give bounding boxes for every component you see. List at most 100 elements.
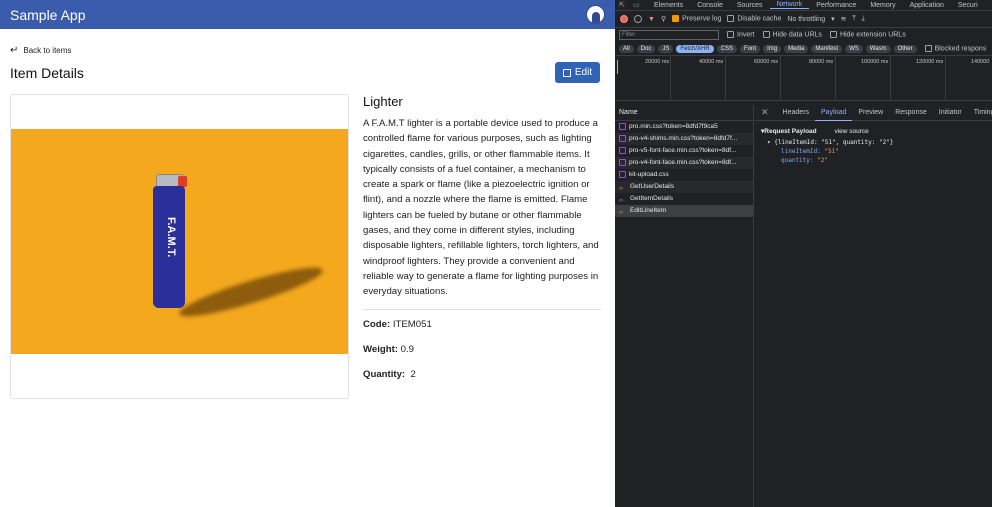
tab-sources[interactable]: Sources <box>730 2 770 9</box>
request-row[interactable]: pro-v4-shims.min.css?token=8dfd7f... <box>615 133 753 145</box>
payload-value: "2" <box>817 157 828 164</box>
filter-row: Filter Invert Hide data URLs Hide extens… <box>615 28 992 42</box>
request-row-selected[interactable]: ‹› EditLineItem <box>615 205 753 217</box>
type-fetch-xhr[interactable]: Fetch/XHR <box>676 44 714 53</box>
app-brand[interactable]: Sample App <box>10 7 86 23</box>
wifi-icon[interactable]: ≋ <box>841 15 847 23</box>
timeline-gridline <box>945 56 946 100</box>
devtools-tabbar: ⇱ ▭ Elements Console Sources Network Per… <box>615 0 992 11</box>
tab-application[interactable]: Application <box>903 2 951 9</box>
tab-headers[interactable]: Headers <box>777 105 815 120</box>
tab-payload[interactable]: Payload <box>815 105 853 121</box>
hide-data-urls-label: Hide data URLs <box>772 31 822 39</box>
hide-data-urls-toggle[interactable]: Hide data URLs <box>762 31 822 39</box>
css-file-icon <box>619 146 626 154</box>
request-row[interactable]: ‹› GetItemDetails <box>615 193 753 205</box>
type-js[interactable]: JS <box>658 44 674 53</box>
hide-data-urls-checkbox[interactable] <box>762 31 770 39</box>
timeline-tick: 80000 ms <box>809 59 834 65</box>
chevron-down-icon[interactable]: ▾ <box>831 15 835 23</box>
preserve-log-label: Preserve log <box>682 15 722 23</box>
user-avatar-icon[interactable] <box>586 5 605 24</box>
request-payload-header[interactable]: ▾Request Payload view source <box>761 127 986 135</box>
request-row[interactable]: pro.min.css?token=8dfd7f9ca5 <box>615 121 753 133</box>
edit-button[interactable]: Edit <box>555 62 600 83</box>
close-icon[interactable]: ✕ <box>761 107 769 118</box>
request-row[interactable]: ‹› GetUserDetails <box>615 181 753 193</box>
invert-checkbox[interactable] <box>727 31 734 39</box>
back-link[interactable]: ↵ Back to items <box>10 45 71 56</box>
type-ws[interactable]: WS <box>845 44 863 53</box>
search-icon[interactable]: ⚲ <box>661 15 666 23</box>
tab-preview[interactable]: Preview <box>852 105 889 120</box>
tab-response[interactable]: Response <box>889 105 933 120</box>
type-manifest[interactable]: Manifest <box>811 44 843 53</box>
timeline-gridline <box>835 56 836 100</box>
preserve-log-checkbox[interactable] <box>672 15 680 23</box>
disable-cache-checkbox[interactable] <box>727 15 735 23</box>
xhr-icon: ‹› <box>619 197 623 204</box>
item-info: Lighter A F.A.M.T lighter is a portable … <box>363 94 601 394</box>
network-timeline[interactable]: 20000 ms 40000 ms 60000 ms 80000 ms 1000… <box>615 56 992 101</box>
xhr-icon: ‹› <box>619 185 623 192</box>
tab-memory[interactable]: Memory <box>863 2 902 9</box>
tab-security[interactable]: Securi <box>951 2 985 9</box>
invert-toggle[interactable]: Invert <box>727 31 755 39</box>
filter-icon[interactable]: ▼ <box>648 16 655 23</box>
request-row[interactable]: kit-upload.css <box>615 169 753 181</box>
request-name: kit-upload.css <box>629 171 669 178</box>
type-css[interactable]: CSS <box>716 44 738 53</box>
preserve-log-toggle[interactable]: Preserve log <box>672 15 722 23</box>
blocked-responses-checkbox[interactable] <box>924 44 932 52</box>
item-quantity-label: Quantity: <box>363 368 406 380</box>
item-photo: F.A.M.T. <box>11 129 348 354</box>
item-description: A F.A.M.T lighter is a portable device u… <box>363 118 599 298</box>
throttling-select[interactable]: No throttling <box>787 16 825 23</box>
type-all[interactable]: All <box>619 44 634 53</box>
blocked-responses-toggle[interactable]: Blocked respons <box>924 44 986 52</box>
type-img[interactable]: Img <box>763 44 782 53</box>
download-icon[interactable]: ⤓ <box>862 15 865 23</box>
css-file-icon <box>619 158 626 166</box>
timeline-gridline <box>890 56 891 100</box>
request-payload-title: Request Payload <box>764 128 817 135</box>
record-icon[interactable] <box>620 15 628 23</box>
type-font[interactable]: Font <box>740 44 761 53</box>
tab-network[interactable]: Network <box>769 1 810 9</box>
disable-cache-toggle[interactable]: Disable cache <box>727 15 781 23</box>
item-code-value: ITEM051 <box>392 318 432 330</box>
payload-value: "51" <box>824 148 839 155</box>
payload-summary[interactable]: ▾ {lineItemId: "51", quantity: "2"} <box>767 139 986 146</box>
request-name: pro.min.css?token=8dfd7f9ca5 <box>629 123 718 130</box>
item-weight-label: Weight: <box>363 343 398 355</box>
timeline-tick: 40000 ms <box>699 59 724 65</box>
filter-input[interactable]: Filter <box>619 30 719 40</box>
tab-elements[interactable]: Elements <box>647 2 690 9</box>
timeline-tick: 100000 ms <box>861 59 889 65</box>
clear-icon[interactable] <box>634 15 642 23</box>
devtools-panel: ⇱ ▭ Elements Console Sources Network Per… <box>615 0 992 507</box>
hide-extension-urls-checkbox[interactable] <box>829 31 837 39</box>
type-wasm[interactable]: Wasm <box>865 44 891 53</box>
type-doc[interactable]: Doc <box>636 44 656 53</box>
device-toggle-icon[interactable]: ▭ <box>633 1 647 9</box>
hide-extension-urls-toggle[interactable]: Hide extension URLs <box>829 31 906 39</box>
invert-label: Invert <box>737 31 755 39</box>
item-code: Code: ITEM051 <box>363 319 601 330</box>
tab-console[interactable]: Console <box>690 2 730 9</box>
payload-field: lineItemId: "51" <box>781 148 839 155</box>
inspect-icon[interactable]: ⇱ <box>619 1 633 9</box>
name-column-header[interactable]: Name <box>615 105 753 121</box>
request-name: pro-v4-font-face.min.css?token=8df... <box>629 159 737 166</box>
view-source-link[interactable]: view source <box>834 128 868 135</box>
type-other[interactable]: Other <box>893 44 917 53</box>
tab-performance[interactable]: Performance <box>809 2 863 9</box>
upload-icon[interactable]: ⤒ <box>852 15 855 23</box>
resource-type-filter: All Doc JS Fetch/XHR CSS Font Img Media … <box>615 42 992 56</box>
request-row[interactable]: pro-v4-font-face.min.css?token=8df... <box>615 157 753 169</box>
tab-initiator[interactable]: Initiator <box>933 105 968 120</box>
type-media[interactable]: Media <box>784 44 809 53</box>
payload-view: ▾Request Payload view source ▾ {lineItem… <box>755 121 992 168</box>
request-row[interactable]: pro-v5-font-face.min.css?token=8df... <box>615 145 753 157</box>
tab-timing[interactable]: Timing <box>968 105 992 120</box>
